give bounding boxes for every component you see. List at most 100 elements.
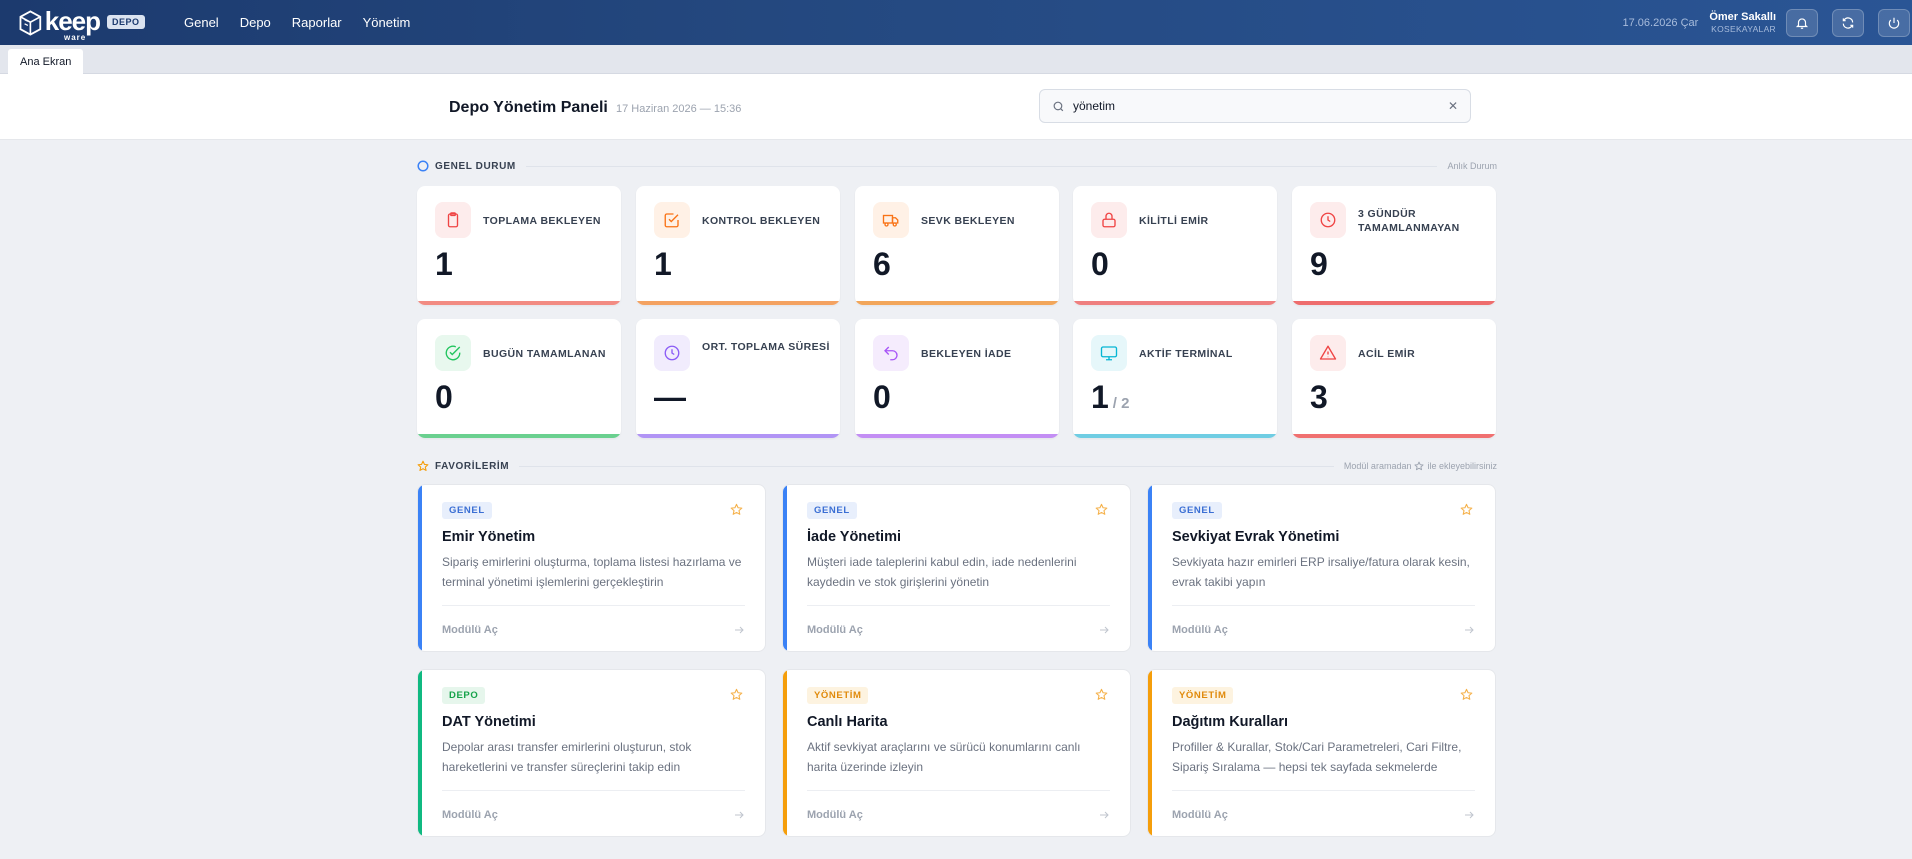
stat-value: 1 xyxy=(654,248,672,280)
module-description: Profiller & Kurallar, Stok/Cari Parametr… xyxy=(1172,740,1462,774)
section-divider xyxy=(519,465,1334,467)
tab-ana-ekran[interactable]: Ana Ekran xyxy=(8,49,84,74)
stat-card[interactable]: SEVK BEKLEYEN 6 xyxy=(855,186,1059,305)
module-card[interactable]: GENEL Emir Yönetim Sipariş emirlerini ol… xyxy=(417,484,766,652)
stat-number: 0 xyxy=(1091,246,1109,282)
module-title: İade Yönetimi xyxy=(807,529,902,545)
overview-live-label: Anlık Durum xyxy=(1447,161,1497,171)
arrow-right-icon[interactable] xyxy=(1463,809,1475,821)
favorite-star-icon[interactable] xyxy=(730,688,743,701)
stat-accent-bar xyxy=(636,434,840,438)
clear-search-icon[interactable]: ✕ xyxy=(1448,99,1458,113)
check-square-icon xyxy=(664,213,679,228)
stat-icon-box xyxy=(435,202,471,238)
stat-label: KONTROL BEKLEYEN xyxy=(702,215,821,227)
module-card[interactable]: GENEL İade Yönetimi Müşteri iade taleple… xyxy=(782,484,1131,652)
module-title: Sevkiyat Evrak Yönetimi xyxy=(1172,529,1340,545)
stat-value: 0 xyxy=(873,381,891,413)
module-description: Depolar arası transfer emirlerini oluştu… xyxy=(442,740,692,774)
clock-icon xyxy=(664,345,680,361)
stat-icon-box xyxy=(1310,335,1346,371)
stat-card[interactable]: ORT. TOPLAMA SÜRESİ — xyxy=(636,319,840,438)
arrow-right-icon[interactable] xyxy=(1098,809,1110,821)
stat-card[interactable]: KONTROL BEKLEYEN 1 xyxy=(636,186,840,305)
stat-icon-box xyxy=(1091,335,1127,371)
stat-card[interactable]: KİLİTLİ EMİR 0 xyxy=(1073,186,1277,305)
nav-yonetim[interactable]: Yönetim xyxy=(363,15,411,30)
arrow-right-icon[interactable] xyxy=(733,809,745,821)
section-divider xyxy=(525,165,1438,167)
module-card[interactable]: GENEL Sevkiyat Evrak Yönetimi Sevkiyata … xyxy=(1147,484,1496,652)
main-nav: Genel Depo Raporlar Yönetim xyxy=(184,0,431,45)
open-module-link[interactable]: Modülü Aç xyxy=(807,624,863,636)
stat-accent-bar xyxy=(1292,434,1496,438)
open-module-link[interactable]: Modülü Aç xyxy=(1172,624,1228,636)
stat-icon-box xyxy=(873,202,909,238)
module-card[interactable]: YÖNETİM Canlı Harita Aktif sevkiyat araç… xyxy=(782,669,1131,837)
module-category-tag: GENEL xyxy=(1172,502,1222,519)
favorite-star-icon[interactable] xyxy=(1095,688,1108,701)
check-circle-icon xyxy=(445,345,461,361)
topbar-right: 17.06.2026 Çar Ömer Sakallı KOSEKAYALAR xyxy=(1623,0,1912,45)
module-card[interactable]: YÖNETİM Dağıtım Kuralları Profiller & Ku… xyxy=(1147,669,1496,837)
open-module-link[interactable]: Modülü Aç xyxy=(1172,809,1228,821)
module-search: ✕ xyxy=(1039,89,1471,123)
stat-label: SEVK BEKLEYEN xyxy=(921,215,1015,227)
stat-accent-bar xyxy=(855,301,1059,305)
keepware-logo[interactable]: keep ware xyxy=(18,5,101,42)
app-badge: DEPO xyxy=(107,15,145,29)
search-icon xyxy=(1053,101,1064,111)
clock-icon xyxy=(1320,212,1336,228)
tab-strip: Ana Ekran xyxy=(0,45,1912,74)
stat-number: 0 xyxy=(435,379,453,415)
stat-accent-bar xyxy=(636,301,840,305)
favorites-hint-post: ile ekleyebilirsiniz xyxy=(1427,461,1497,471)
favorite-star-icon[interactable] xyxy=(1460,688,1473,701)
module-divider xyxy=(807,790,1110,791)
nav-depo[interactable]: Depo xyxy=(240,15,271,30)
stat-card[interactable]: BEKLEYEN İADE 0 xyxy=(855,319,1059,438)
nav-raporlar[interactable]: Raporlar xyxy=(292,15,342,30)
stat-card[interactable]: ACİL EMİR 3 xyxy=(1292,319,1496,438)
top-navbar: keep ware DEPO Genel Depo Raporlar Yönet… xyxy=(0,0,1912,45)
open-module-link[interactable]: Modülü Aç xyxy=(807,809,863,821)
warning-icon xyxy=(1319,345,1337,360)
stat-label: 3 GÜNDÜR TAMAMLANMAYAN xyxy=(1358,208,1460,234)
stat-icon-box xyxy=(873,335,909,371)
favorites-title: FAVORİLERİM xyxy=(435,460,510,472)
stat-total: / 2 xyxy=(1112,395,1130,412)
stat-value: 0 xyxy=(1091,248,1109,280)
favorite-star-icon[interactable] xyxy=(1095,503,1108,516)
arrow-right-icon[interactable] xyxy=(1463,624,1475,636)
module-description: Sipariş emirlerini oluşturma, toplama li… xyxy=(442,555,742,589)
module-accent xyxy=(1148,485,1152,651)
stat-card[interactable]: BUGÜN TAMAMLANAN 0 xyxy=(417,319,621,438)
user-info[interactable]: Ömer Sakallı KOSEKAYALAR xyxy=(1709,11,1776,34)
search-input[interactable] xyxy=(1073,99,1433,113)
stat-number: 1 xyxy=(435,246,453,282)
module-category-tag: GENEL xyxy=(807,502,857,519)
module-category-tag: YÖNETİM xyxy=(1172,687,1234,704)
stat-card[interactable]: 3 GÜNDÜR TAMAMLANMAYAN 9 xyxy=(1292,186,1496,305)
module-title: Dağıtım Kuralları xyxy=(1172,714,1289,730)
arrow-right-icon[interactable] xyxy=(733,624,745,636)
logout-button[interactable] xyxy=(1878,8,1910,37)
arrow-right-icon[interactable] xyxy=(1098,624,1110,636)
stat-label: TOPLAMA BEKLEYEN xyxy=(483,215,601,227)
favorite-star-icon[interactable] xyxy=(1460,503,1473,516)
stat-card[interactable]: AKTİF TERMİNAL 1/ 2 xyxy=(1073,319,1277,438)
open-module-link[interactable]: Modülü Aç xyxy=(442,624,498,636)
notifications-button[interactable] xyxy=(1786,8,1818,37)
stat-card[interactable]: TOPLAMA BEKLEYEN 1 xyxy=(417,186,621,305)
power-icon xyxy=(1888,17,1900,29)
open-module-link[interactable]: Modülü Aç xyxy=(442,809,498,821)
stat-value: 6 xyxy=(873,248,891,280)
module-card[interactable]: DEPO DAT Yönetimi Depolar arası transfer… xyxy=(417,669,766,837)
favorite-star-icon[interactable] xyxy=(730,503,743,516)
favorites-hint: Modül aramadan ile ekleyebilirsiniz xyxy=(1344,461,1497,471)
stat-icon-box xyxy=(435,335,471,371)
stat-icon-box xyxy=(1310,202,1346,238)
module-accent xyxy=(418,485,422,651)
refresh-button[interactable] xyxy=(1832,8,1864,37)
nav-genel[interactable]: Genel xyxy=(184,15,219,30)
